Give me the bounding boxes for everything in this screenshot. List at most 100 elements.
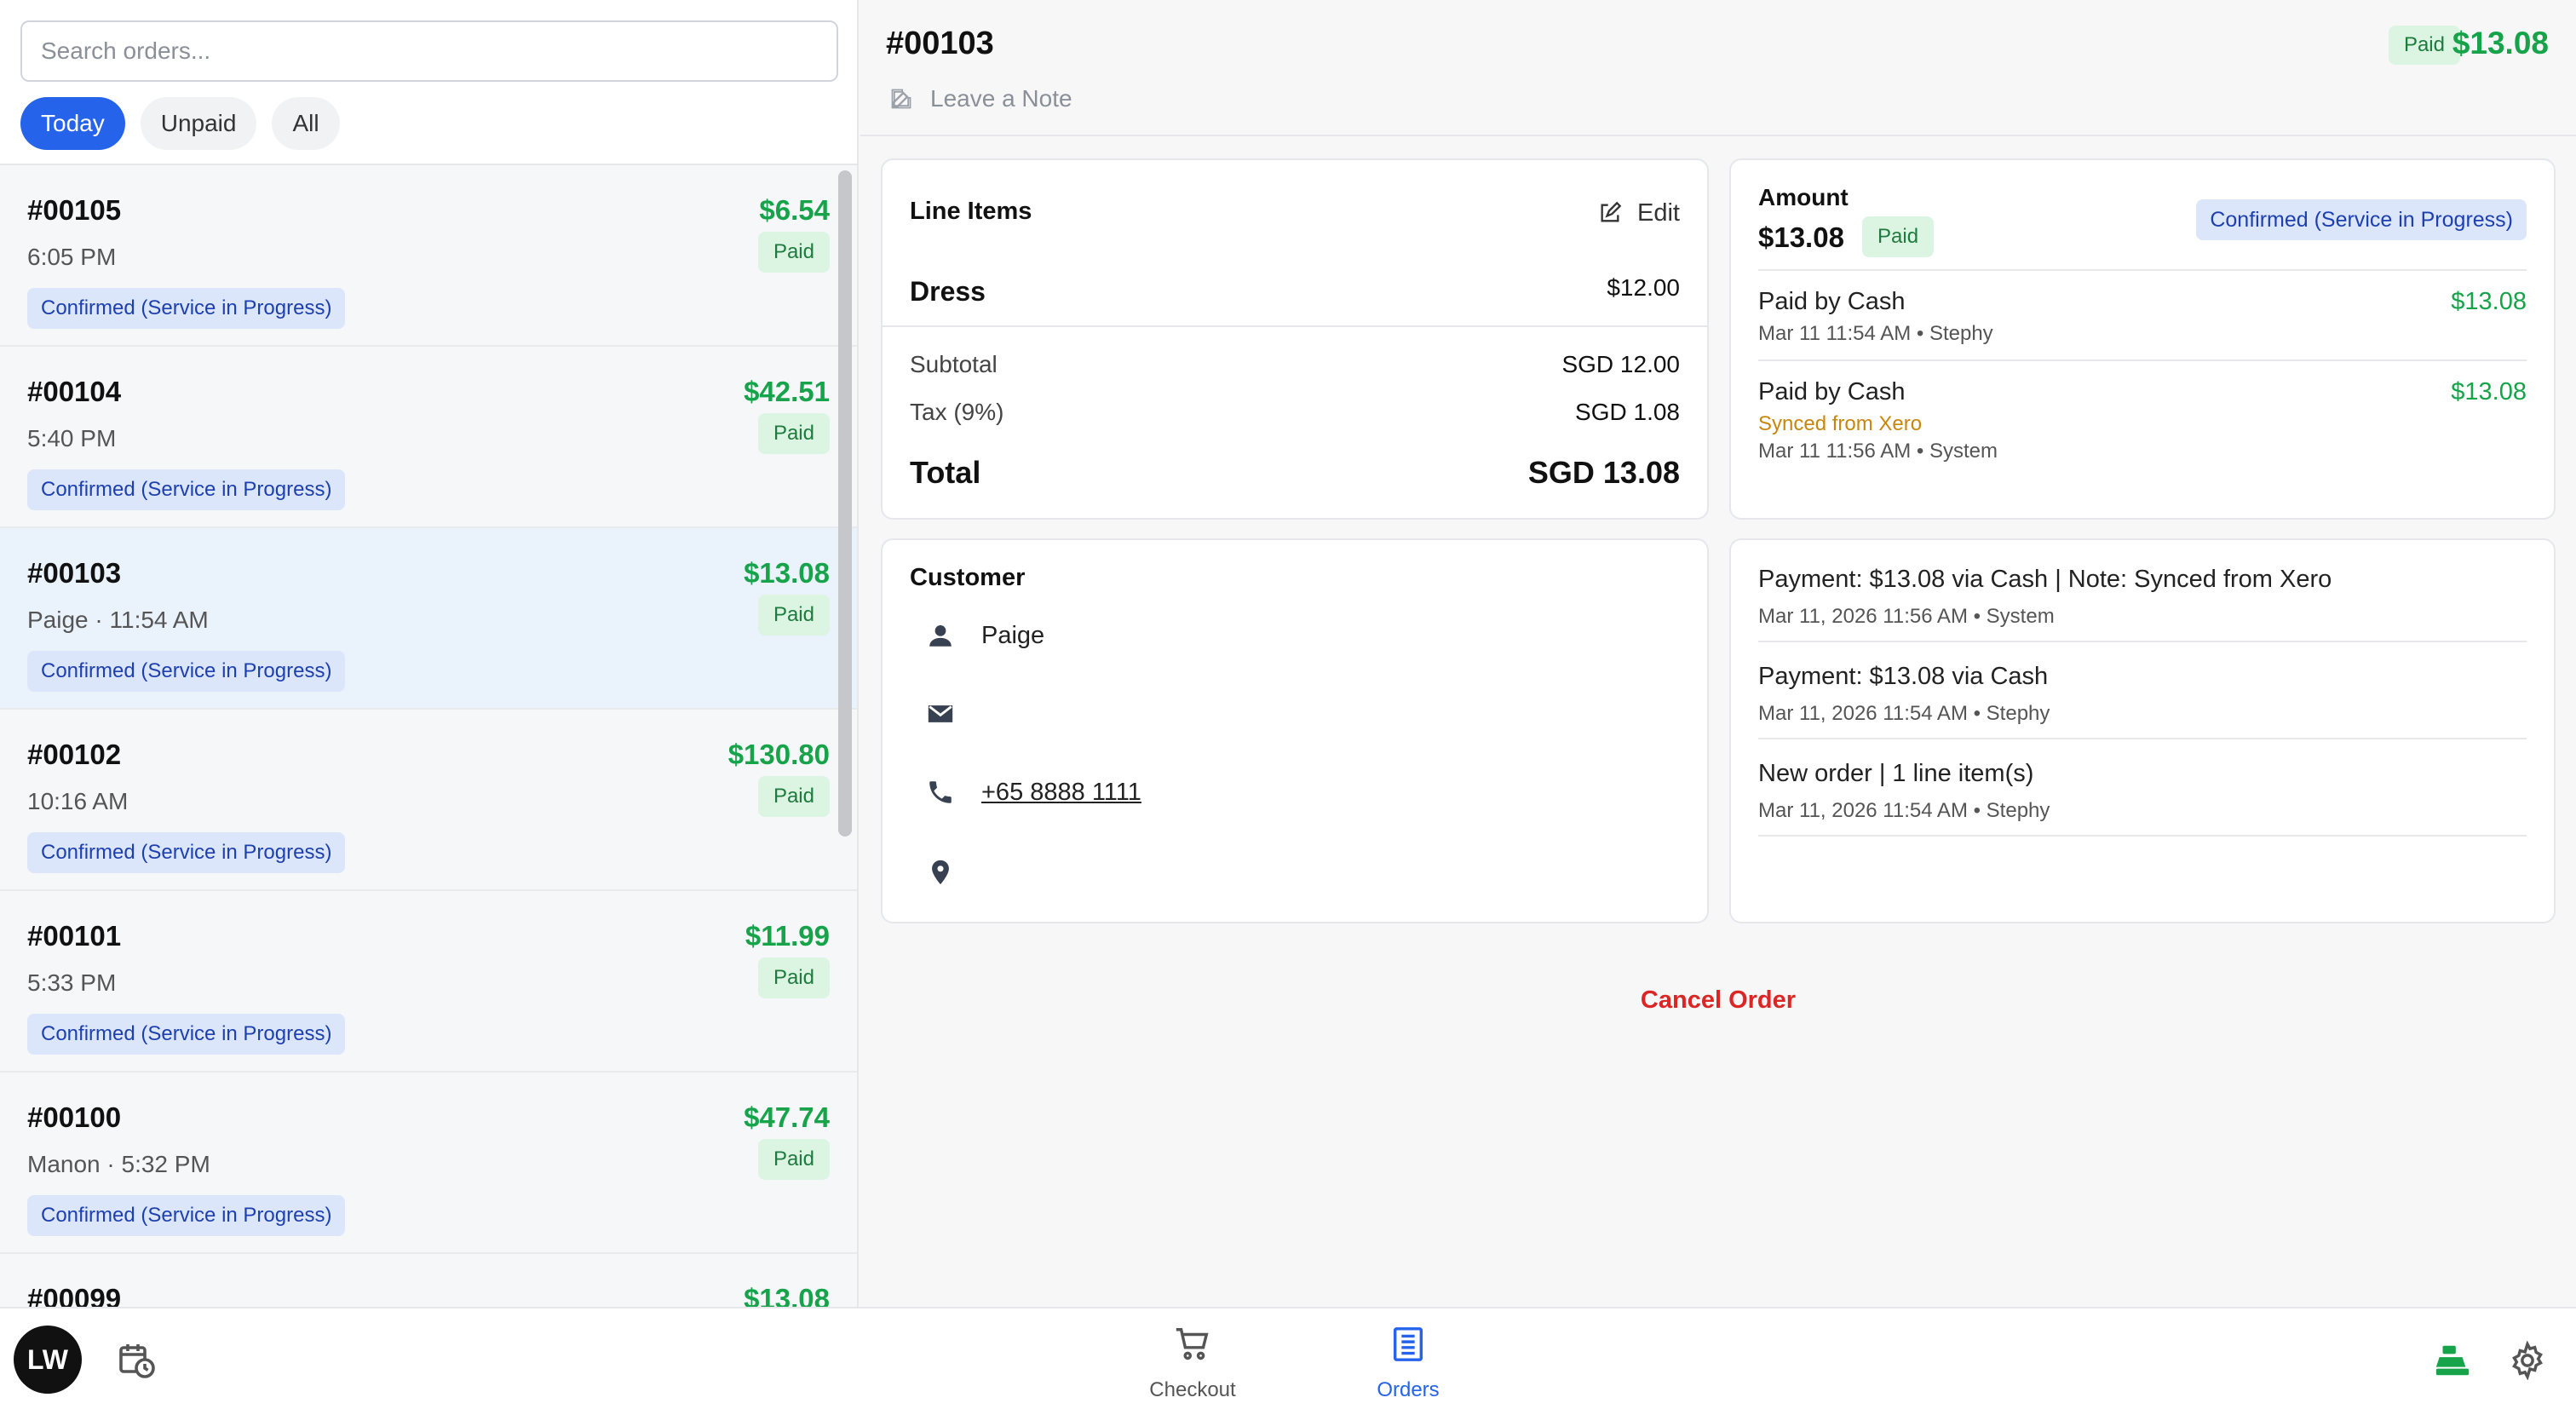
- payment-badge: Paid: [757, 776, 830, 817]
- customer-card: Customer Paige +65 8888 1111: [881, 538, 1709, 923]
- divider: [1758, 641, 2527, 642]
- history-meta: Mar 11, 2026 11:54 AM • Stephy: [1758, 799, 2050, 822]
- customer-email-row: [925, 699, 981, 729]
- phone-icon: [925, 777, 956, 808]
- mail-icon: [925, 699, 956, 729]
- tax-value: SGD 1.08: [1575, 399, 1680, 425]
- order-amount: $13.08: [744, 557, 830, 589]
- status-badge: Confirmed (Service in Progress): [2196, 199, 2527, 240]
- order-row[interactable]: #00100 Manon · 5:32 PM $47.74 Paid Confi…: [0, 1073, 857, 1254]
- line-items-card: Line Items Edit Dress $12.00 Subtotal SG…: [881, 158, 1709, 520]
- cancel-order-button[interactable]: Cancel Order: [860, 986, 2576, 1015]
- order-total: $13.08: [2452, 26, 2549, 60]
- order-amount: $42.51: [744, 376, 830, 407]
- order-number: #00102: [27, 739, 122, 770]
- order-amount: $11.99: [745, 920, 830, 952]
- payment-meta: Mar 11 11:54 AM • Stephy: [1758, 322, 1993, 345]
- subtotal-value: SGD 12.00: [1561, 351, 1680, 377]
- order-amount: $6.54: [759, 194, 830, 226]
- order-row[interactable]: #00099 $13.08: [0, 1254, 857, 1307]
- location-pin-icon: [925, 857, 956, 888]
- search-input[interactable]: [20, 20, 838, 82]
- order-row-selected[interactable]: #00103 Paige · 11:54 AM $13.08 Paid Conf…: [0, 528, 857, 710]
- payment-badge: Paid: [2388, 26, 2460, 65]
- nav-orders-label: Orders: [1377, 1378, 1440, 1401]
- filter-unpaid[interactable]: Unpaid: [140, 97, 257, 150]
- payment-amount: $13.08: [2451, 288, 2527, 315]
- order-row[interactable]: #00102 10:16 AM $130.80 Paid Confirmed (…: [0, 710, 857, 891]
- history-meta: Mar 11, 2026 11:54 AM • Stephy: [1758, 702, 2050, 725]
- payment-badge: Paid: [757, 595, 830, 635]
- cart-icon: [1172, 1324, 1213, 1365]
- orders-scrollbar[interactable]: [838, 170, 852, 837]
- edit-icon: [1595, 198, 1625, 228]
- tax-label: Tax (9%): [910, 399, 1004, 425]
- orders-list-icon: [1388, 1324, 1429, 1365]
- history-meta: Mar 11, 2026 11:56 AM • System: [1758, 605, 2055, 628]
- order-number: #00105: [27, 194, 122, 226]
- customer-name: Paige: [981, 621, 1045, 649]
- orders-pane: Today Unpaid All #00105 6:05 PM $6.54 Pa…: [0, 0, 859, 1307]
- filter-all[interactable]: All: [272, 97, 340, 150]
- order-time: Paige · 11:54 AM: [27, 607, 209, 633]
- payment-method: Paid by Cash: [1758, 378, 1906, 405]
- edit-line-items-button[interactable]: Edit: [1595, 198, 1680, 228]
- amount-value: $13.08: [1758, 221, 1844, 253]
- order-row[interactable]: #00101 5:33 PM $11.99 Paid Confirmed (Se…: [0, 891, 857, 1073]
- payment-badge: Paid: [757, 1139, 830, 1180]
- line-item-price: $12.00: [1607, 274, 1680, 301]
- status-badge: Confirmed (Service in Progress): [27, 469, 346, 510]
- nav-orders[interactable]: Orders: [1323, 1324, 1493, 1402]
- status-badge: Confirmed (Service in Progress): [27, 1195, 346, 1236]
- calendar-clock-icon[interactable]: [116, 1339, 157, 1384]
- bottom-toolbar: LW Checkout Orders: [0, 1307, 2576, 1409]
- order-time: 5:33 PM: [27, 969, 117, 996]
- payment-badge: Paid: [1862, 216, 1935, 257]
- status-badge: Confirmed (Service in Progress): [27, 832, 346, 873]
- customer-phone-row: +65 8888 1111: [925, 777, 1141, 808]
- avatar[interactable]: LW: [14, 1326, 82, 1394]
- divider: [1758, 269, 2527, 271]
- gear-icon[interactable]: [2508, 1340, 2547, 1384]
- filter-today[interactable]: Today: [20, 97, 125, 150]
- status-badge: Confirmed (Service in Progress): [27, 651, 346, 692]
- order-time: 6:05 PM: [27, 244, 117, 270]
- sync-note: Synced from Xero: [1758, 412, 1923, 435]
- payment-meta: Mar 11 11:56 AM • System: [1758, 440, 1998, 463]
- order-time: Manon · 5:32 PM: [27, 1151, 210, 1177]
- order-number: #00104: [27, 376, 122, 407]
- order-number: #00099: [27, 1283, 122, 1307]
- history-entry: New order | 1 line item(s): [1758, 760, 2034, 787]
- nav-checkout-label: Checkout: [1149, 1378, 1236, 1401]
- orders-list: #00105 6:05 PM $6.54 Paid Confirmed (Ser…: [0, 164, 857, 1307]
- order-number: #00100: [27, 1101, 122, 1133]
- order-amount: $47.74: [744, 1101, 830, 1133]
- payment-badge: Paid: [757, 958, 830, 998]
- line-items-title: Line Items: [910, 198, 1032, 225]
- leave-note-label: Leave a Note: [930, 85, 1072, 112]
- subtotal-label: Subtotal: [910, 351, 998, 377]
- customer-title: Customer: [910, 564, 1026, 591]
- order-amount: $13.08: [744, 1283, 830, 1307]
- order-row[interactable]: #00104 5:40 PM $42.51 Paid Confirmed (Se…: [0, 347, 857, 528]
- amount-label: Amount: [1758, 184, 1849, 210]
- order-time: 5:40 PM: [27, 425, 117, 451]
- status-badge: Confirmed (Service in Progress): [27, 288, 346, 329]
- leave-note-button[interactable]: Leave a Note: [886, 83, 1072, 114]
- edit-note-icon: [886, 83, 917, 114]
- divider: [1758, 738, 2527, 739]
- nav-checkout[interactable]: Checkout: [1107, 1324, 1278, 1402]
- order-detail-header: #00103 Leave a Note Paid $13.08: [860, 0, 2576, 136]
- total-label: Total: [910, 455, 981, 490]
- payment-badge: Paid: [757, 413, 830, 454]
- page-title: #00103: [886, 26, 994, 61]
- order-number: #00103: [27, 557, 122, 589]
- divider: [1758, 835, 2527, 837]
- order-number: #00101: [27, 920, 122, 952]
- order-row[interactable]: #00105 6:05 PM $6.54 Paid Confirmed (Ser…: [0, 165, 857, 347]
- customer-address-row: [925, 857, 981, 888]
- cash-register-icon[interactable]: [2433, 1341, 2472, 1384]
- customer-phone-link[interactable]: +65 8888 1111: [981, 779, 1141, 807]
- order-amount: $130.80: [727, 739, 830, 770]
- history-entry: Payment: $13.08 via Cash | Note: Synced …: [1758, 566, 2332, 593]
